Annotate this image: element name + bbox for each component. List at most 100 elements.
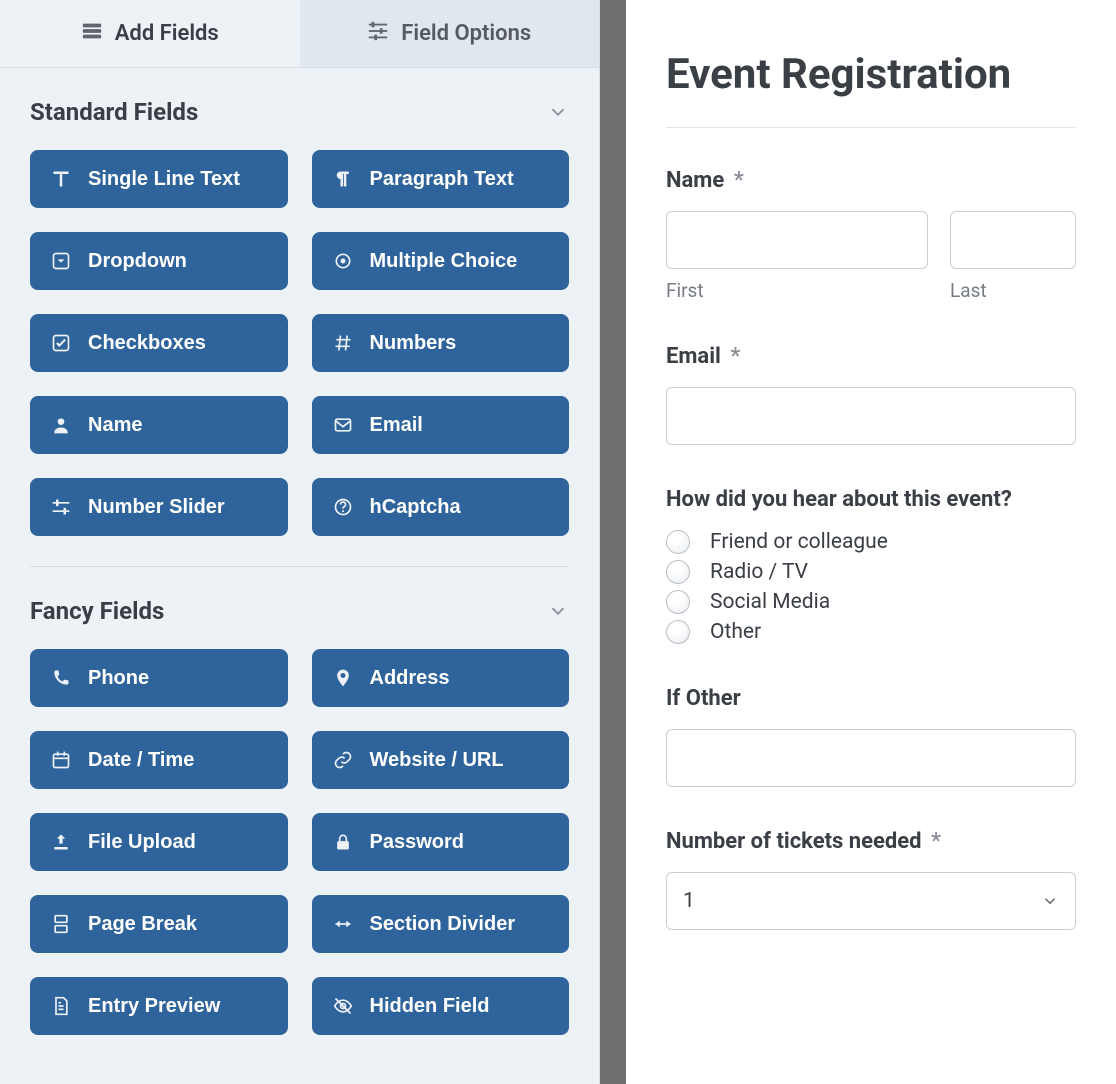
field-button-lock[interactable]: Password <box>312 813 570 871</box>
field-button-label: File Upload <box>88 831 196 854</box>
field-button-label: Email <box>370 414 423 437</box>
radio-option[interactable]: Friend or colleague <box>666 530 1076 554</box>
phone-icon <box>50 667 72 689</box>
if-other-input[interactable] <box>666 729 1076 787</box>
field-label: Name * <box>666 168 1076 193</box>
field-button-user[interactable]: Name <box>30 396 288 454</box>
tickets-select[interactable]: 1 <box>666 872 1076 930</box>
field-name[interactable]: Name * First Last <box>666 168 1076 302</box>
field-label: Email * <box>666 344 1076 369</box>
section-title: Standard Fields <box>30 98 198 126</box>
field-button-label: Numbers <box>370 332 457 355</box>
field-button-dropdown[interactable]: Dropdown <box>30 232 288 290</box>
tab-label: Add Fields <box>115 21 219 46</box>
form-preview: Event Registration Name * First Last Ema… <box>626 0 1116 1084</box>
pin-icon <box>332 667 354 689</box>
field-button-label: Multiple Choice <box>370 250 518 273</box>
question-icon <box>332 496 354 518</box>
field-button-doc[interactable]: Entry Preview <box>30 977 288 1035</box>
link-icon <box>332 749 354 771</box>
section-fancy-header[interactable]: Fancy Fields <box>30 597 569 625</box>
slider-icon <box>50 496 72 518</box>
calendar-icon <box>50 749 72 771</box>
first-name-input[interactable] <box>666 211 928 269</box>
field-button-pagebreak[interactable]: Page Break <box>30 895 288 953</box>
field-if-other[interactable]: If Other <box>666 686 1076 787</box>
hash-icon <box>332 332 354 354</box>
field-button-label: Single Line Text <box>88 168 240 191</box>
radio-label: Radio / TV <box>710 560 808 584</box>
field-button-check[interactable]: Checkboxes <box>30 314 288 372</box>
field-button-label: Checkboxes <box>88 332 206 355</box>
panel-tabs: Add Fields Field Options <box>0 0 599 68</box>
field-button-label: Section Divider <box>370 913 516 936</box>
field-button-eyeoff[interactable]: Hidden Field <box>312 977 570 1035</box>
field-button-label: Hidden Field <box>370 995 490 1018</box>
text-icon <box>50 168 72 190</box>
radio-icon <box>332 250 354 272</box>
field-button-label: Name <box>88 414 142 437</box>
email-input[interactable] <box>666 387 1076 445</box>
field-button-text[interactable]: Single Line Text <box>30 150 288 208</box>
tab-field-options[interactable]: Field Options <box>300 0 600 68</box>
radio-icon <box>666 560 690 584</box>
field-button-paragraph[interactable]: Paragraph Text <box>312 150 570 208</box>
sliders-icon <box>367 20 389 48</box>
section-standard-header[interactable]: Standard Fields <box>30 98 569 126</box>
field-button-pin[interactable]: Address <box>312 649 570 707</box>
dropdown-icon <box>50 250 72 272</box>
envelope-icon <box>332 414 354 436</box>
panel-body: Standard Fields Single Line Text Paragrap… <box>0 68 599 1065</box>
field-button-label: Number Slider <box>88 496 225 519</box>
radio-option[interactable]: Radio / TV <box>666 560 1076 584</box>
sublabel-first: First <box>666 279 928 302</box>
radio-list: Friend or colleague Radio / TV Social Medi… <box>666 530 1076 644</box>
select-value: 1 <box>683 889 695 913</box>
sublabel-last: Last <box>950 279 1076 302</box>
tab-add-fields[interactable]: Add Fields <box>0 0 300 68</box>
radio-icon <box>666 620 690 644</box>
field-button-radio[interactable]: Multiple Choice <box>312 232 570 290</box>
field-button-calendar[interactable]: Date / Time <box>30 731 288 789</box>
field-button-label: Date / Time <box>88 749 194 772</box>
upload-icon <box>50 831 72 853</box>
field-button-hash[interactable]: Numbers <box>312 314 570 372</box>
field-button-label: Website / URL <box>370 749 504 772</box>
field-button-label: Paragraph Text <box>370 168 514 191</box>
divider-icon <box>332 913 354 935</box>
field-button-divider[interactable]: Section Divider <box>312 895 570 953</box>
radio-label: Other <box>710 620 761 644</box>
fancy-fields-grid: Phone Address Date / Time Website / URL File… <box>30 649 569 1035</box>
field-button-upload[interactable]: File Upload <box>30 813 288 871</box>
field-button-slider[interactable]: Number Slider <box>30 478 288 536</box>
doc-icon <box>50 995 72 1017</box>
chevron-down-icon <box>1041 892 1059 910</box>
radio-icon <box>666 530 690 554</box>
eyeoff-icon <box>332 995 354 1017</box>
radio-label: Social Media <box>710 590 830 614</box>
last-name-input[interactable] <box>950 211 1076 269</box>
field-button-phone[interactable]: Phone <box>30 649 288 707</box>
field-button-question[interactable]: hCaptcha <box>312 478 570 536</box>
radio-option[interactable]: Social Media <box>666 590 1076 614</box>
lock-icon <box>332 831 354 853</box>
title-divider <box>666 127 1076 128</box>
chevron-down-icon <box>547 600 569 622</box>
check-icon <box>50 332 72 354</box>
field-button-link[interactable]: Website / URL <box>312 731 570 789</box>
section-divider <box>30 566 569 567</box>
radio-icon <box>666 590 690 614</box>
paragraph-icon <box>332 168 354 190</box>
chevron-down-icon <box>547 101 569 123</box>
pagebreak-icon <box>50 913 72 935</box>
fields-panel: Add Fields Field Options Standard Fields… <box>0 0 600 1084</box>
field-tickets[interactable]: Number of tickets needed * 1 <box>666 829 1076 930</box>
field-button-envelope[interactable]: Email <box>312 396 570 454</box>
field-label: Number of tickets needed * <box>666 829 1076 854</box>
field-email[interactable]: Email * <box>666 344 1076 445</box>
field-button-label: hCaptcha <box>370 496 461 519</box>
radio-option[interactable]: Other <box>666 620 1076 644</box>
form-title: Event Registration <box>666 50 1076 99</box>
section-title: Fancy Fields <box>30 597 164 625</box>
field-hear-about[interactable]: How did you hear about this event? Frien… <box>666 487 1076 644</box>
